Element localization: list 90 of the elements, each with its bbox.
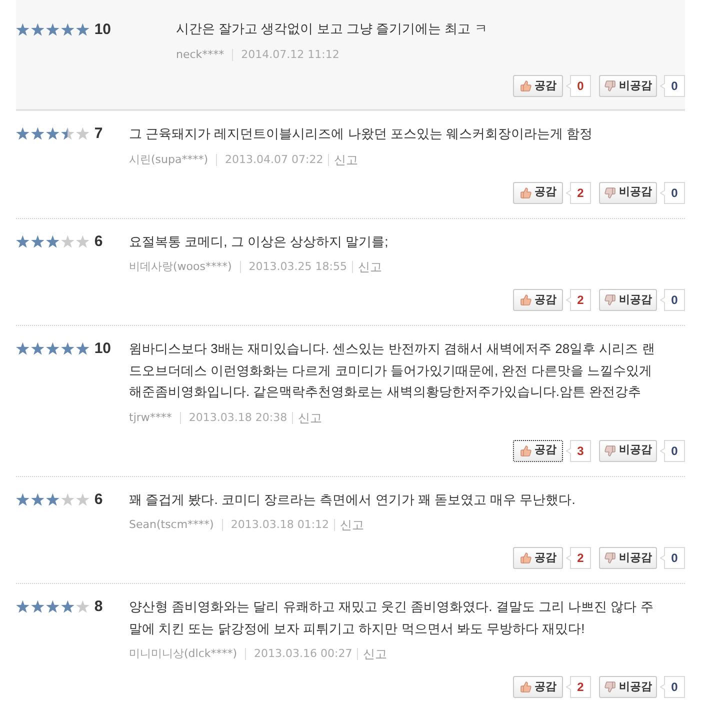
thumbs-down-icon <box>604 294 616 306</box>
review-text: 꽤 즐겁게 봤다. 코미디 장르라는 측면에서 연기가 꽤 돋보였고 매우 무난했다. <box>129 490 576 508</box>
thumbs-up-icon <box>520 681 532 693</box>
star-icon <box>30 22 44 36</box>
star-icon <box>46 492 60 506</box>
dislike-count: 0 <box>660 75 685 97</box>
rating-score: 10 <box>94 22 112 36</box>
star-icon <box>60 492 74 506</box>
star-icon <box>16 492 30 506</box>
star-icon <box>76 492 90 506</box>
dislike-button[interactable]: 비공감 <box>599 676 657 698</box>
star-icon <box>76 127 90 140</box>
like-count: 3 <box>566 440 591 462</box>
thumbs-down-icon <box>604 552 616 564</box>
star-icon <box>46 234 60 248</box>
dislike-button[interactable]: 비공감 <box>599 182 657 204</box>
star-icon <box>30 342 44 356</box>
star-icon <box>76 342 90 356</box>
dislike-count: 0 <box>660 547 685 569</box>
like-count: 2 <box>566 547 591 569</box>
review-date: 2013.03.18 01:12 <box>230 517 330 533</box>
dislike-count: 0 <box>660 676 685 698</box>
star-icon <box>16 22 30 36</box>
like-button[interactable]: 공감 <box>513 289 563 311</box>
star-icon <box>16 127 30 140</box>
star-icon <box>16 234 30 248</box>
review-text: 윔바디스보다 3배는 재미있습니다. 센스있는 반전까지 겸해서 새벽에저주 28일후 시리즈 랜드오브더데스 이런영화화는 다르게 코미디가 들어가있기때문에, 완전 다른맛을 느낄수있게 해준좀비영화입니다. 같은맥락추천영화로는 새벽의황당한저주가있습니다.암튼 완전강추 <box>129 340 656 401</box>
author-name: Sean(tscm****) <box>129 517 214 533</box>
like-count: 2 <box>566 182 591 204</box>
thumbs-down-icon <box>604 444 616 456</box>
thumbs-up-icon <box>520 444 532 456</box>
dislike-button[interactable]: 비공감 <box>599 75 657 97</box>
thumbs-up-icon <box>520 294 532 306</box>
rating-score: 10 <box>94 341 112 356</box>
like-count: 2 <box>566 676 591 698</box>
star-icon <box>30 492 44 506</box>
dislike-count: 0 <box>660 289 685 311</box>
thumbs-down-icon <box>604 681 616 693</box>
star-icon <box>60 127 74 140</box>
like-button[interactable]: 공감 <box>513 182 563 204</box>
author-name: 시린(supa****) <box>129 152 208 168</box>
author-name: neck**** <box>176 47 224 63</box>
star-icon <box>46 127 60 140</box>
dislike-button[interactable]: 비공감 <box>599 289 657 311</box>
dislike-button[interactable]: 비공감 <box>599 440 657 462</box>
author-name: tjrw**** <box>129 410 172 426</box>
dislike-count: 0 <box>660 440 685 462</box>
review-date: 2013.03.16 00:27 <box>254 646 352 662</box>
author-name: 미니미니상(dlck****) <box>129 646 238 662</box>
like-button[interactable]: 공감 <box>513 440 563 462</box>
star-icon <box>46 600 60 614</box>
star-icon <box>46 22 60 36</box>
star-icon <box>16 342 30 356</box>
rating-score: 7 <box>94 126 103 142</box>
review-text: 양산형 좀비영화와는 달리 유쾌하고 재밌고 웃긴 좀비영화였다. 결말도 그리 나쁘진 않다 주말에 치킨 또는 닭강정에 보자 피튀기고 하지만 먹으면서 봐도 무방하다 재밌다! <box>129 598 654 638</box>
review-date: 2013.03.18 20:38 <box>188 410 288 426</box>
star-icon <box>60 234 74 248</box>
rating-score: 6 <box>94 234 103 249</box>
like-count: 0 <box>566 75 591 97</box>
review-text: 그 근육돼지가 레지던트이블시리즈에 나왔던 포스있는 웨스커회장이라는게 함정 <box>129 125 593 143</box>
star-icon <box>30 127 44 140</box>
rating-score: 6 <box>94 492 103 507</box>
like-button[interactable]: 공감 <box>513 75 563 97</box>
star-icon <box>60 342 74 356</box>
star-icon <box>76 22 90 36</box>
dislike-count: 0 <box>660 182 685 204</box>
dislike-button[interactable]: 비공감 <box>599 547 657 569</box>
author-name: 비데사랑(woos****) <box>129 259 232 275</box>
rating-score: 8 <box>94 599 103 614</box>
thumbs-up-icon <box>520 80 532 92</box>
star-icon <box>60 600 74 614</box>
review-date: 2014.07.12 11:12 <box>241 47 340 63</box>
review-text: 시간은 잘가고 생각없이 보고 그냥 즐기기에는 최고 ㅋ <box>176 20 488 38</box>
star-icon <box>16 600 30 614</box>
star-icon <box>30 600 44 614</box>
thumbs-down-icon <box>604 80 616 92</box>
thumbs-up-icon <box>520 552 532 564</box>
thumbs-up-icon <box>520 186 532 198</box>
review-text: 요절복통 코메디, 그 이상은 상상하지 말기를; <box>129 232 388 250</box>
review-date: 2013.04.07 07:22 <box>225 152 324 168</box>
star-icon <box>60 22 74 36</box>
like-button[interactable]: 공감 <box>513 676 563 698</box>
star-icon <box>30 234 44 248</box>
star-icon <box>76 600 90 614</box>
thumbs-down-icon <box>604 186 616 198</box>
star-icon <box>46 342 60 356</box>
like-button[interactable]: 공감 <box>513 547 563 569</box>
review-date: 2013.03.25 18:55 <box>248 259 347 275</box>
like-count: 2 <box>566 289 591 311</box>
star-icon <box>76 234 90 248</box>
